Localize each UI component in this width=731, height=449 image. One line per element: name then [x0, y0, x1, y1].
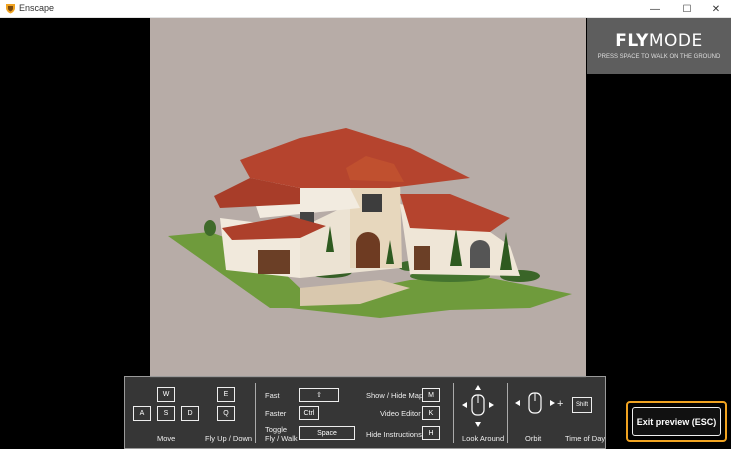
enscape-logo-icon — [6, 4, 15, 14]
fast-label: Fast — [265, 391, 280, 400]
key-d: D — [181, 406, 199, 421]
controls-help-panel: W A S D Move E Q Fly Up / Down Fast ⇧ Fa… — [124, 376, 606, 449]
key-shift-arrow: ⇧ — [299, 388, 339, 402]
key-e: E — [217, 387, 235, 402]
key-a: A — [133, 406, 151, 421]
fly-label: Fly Up / Down — [205, 434, 253, 443]
exit-preview-button[interactable]: Exit preview (ESC) — [632, 407, 721, 436]
look-around-mouse-icon — [462, 385, 494, 427]
key-h: H — [422, 426, 440, 440]
map-label: Show / Hide Map — [366, 391, 424, 400]
look-around-label: Look Around — [462, 434, 505, 443]
time-of-day-label: Time of Day — [565, 434, 606, 443]
orbit-plus: + — [557, 398, 564, 410]
title-bar: Enscape — ☐ ✕ — [0, 0, 731, 18]
orbit-label: Orbit — [525, 434, 542, 443]
divider — [453, 383, 454, 443]
key-s: S — [157, 406, 175, 421]
scene-render[interactable] — [150, 18, 586, 378]
orbit-mouse-icon — [515, 392, 555, 414]
fly-mode-title: FLYMODE — [587, 31, 731, 51]
close-button[interactable]: ✕ — [700, 0, 731, 18]
fly-mode-panel: FLYMODE PRESS SPACE TO WALK ON THE GROUN… — [587, 18, 731, 74]
key-k: K — [422, 406, 440, 420]
hide-instructions-label: Hide Instructions — [366, 430, 422, 439]
key-space: Space — [299, 426, 355, 440]
divider — [255, 383, 256, 443]
move-label: Move — [157, 434, 176, 443]
fly-mode-title-regular: MODE — [648, 31, 703, 51]
toggle-label-line1: Toggle — [265, 425, 288, 434]
window-title: Enscape — [19, 3, 55, 13]
key-shift: Shift — [572, 397, 592, 413]
key-q: Q — [217, 406, 235, 421]
key-m: M — [422, 388, 440, 402]
video-editor-label: Video Editor — [380, 409, 421, 418]
key-w: W — [157, 387, 175, 402]
divider — [507, 383, 508, 443]
exit-preview-highlight: Exit preview (ESC) — [626, 401, 727, 442]
house-render-image — [168, 128, 572, 318]
minimize-button[interactable]: — — [639, 0, 671, 18]
fly-mode-subtitle: PRESS SPACE TO WALK ON THE GROUND — [597, 54, 721, 60]
fly-mode-title-bold: FLY — [615, 31, 649, 51]
toggle-label-line2: Fly / Walk — [265, 434, 298, 443]
faster-label: Faster — [265, 409, 287, 418]
key-ctrl: Ctrl — [299, 406, 319, 420]
maximize-button[interactable]: ☐ — [671, 0, 703, 18]
